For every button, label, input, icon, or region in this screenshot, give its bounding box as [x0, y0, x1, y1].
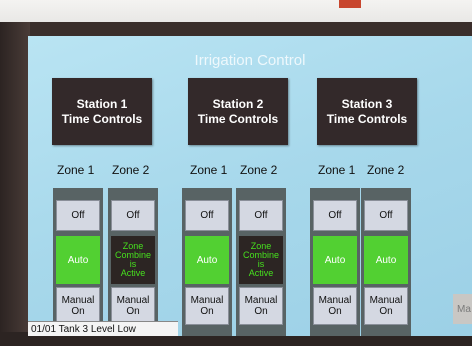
station-2-label: Station 2 Time Controls	[197, 96, 279, 126]
station-2-zone-1-label: Zone 1	[190, 163, 228, 177]
station-3-time-controls-button[interactable]: Station 3 Time Controls	[317, 78, 417, 145]
zone-manual-on-button[interactable]: Manual On	[313, 287, 357, 325]
zone-control-column: Off Zone Combine is Active Manual On	[108, 188, 158, 336]
zone-control-column: Off Auto Manual On	[361, 188, 411, 336]
station-1-label: Station 1 Time Controls	[61, 96, 143, 126]
station-3-zone-1-label: Zone 1	[318, 163, 356, 177]
station-2-time-controls-button[interactable]: Station 2 Time Controls	[188, 78, 288, 145]
zone-auto-button[interactable]: Auto	[185, 236, 229, 284]
zone-off-button[interactable]: Off	[313, 200, 357, 231]
zone-off-button[interactable]: Off	[239, 200, 283, 231]
zone-manual-on-button[interactable]: Manual On	[185, 287, 229, 325]
zone-combine-active-indicator: Zone Combine is Active	[239, 236, 283, 284]
alarm-status-bar: 01/01 Tank 3 Level Low	[28, 321, 178, 336]
manual-partial-button[interactable]: Ma	[453, 294, 472, 324]
zone-control-column: Off Auto Manual On	[182, 188, 232, 336]
zone-manual-on-button[interactable]: Manual On	[239, 287, 283, 325]
zone-manual-on-button[interactable]: Manual On	[111, 287, 155, 325]
page-title: Irrigation Control	[194, 52, 306, 69]
zone-off-button[interactable]: Off	[185, 200, 229, 231]
zone-manual-on-button[interactable]: Manual On	[56, 287, 100, 325]
station-1-zone-1-label: Zone 1	[57, 163, 95, 177]
zone-off-button[interactable]: Off	[111, 200, 155, 231]
station-1-zone-2-label: Zone 2	[112, 163, 150, 177]
zone-control-column: Off Zone Combine is Active Manual On	[236, 188, 286, 336]
zone-off-button[interactable]: Off	[56, 200, 100, 231]
device-red-marker	[339, 0, 361, 8]
zone-off-button[interactable]: Off	[364, 200, 408, 231]
zone-auto-button[interactable]: Auto	[56, 236, 100, 284]
device-bezel-left	[0, 22, 30, 346]
zone-auto-button[interactable]: Auto	[364, 236, 408, 284]
station-1-time-controls-button[interactable]: Station 1 Time Controls	[52, 78, 152, 145]
zone-control-column: Off Auto Manual On	[53, 188, 103, 336]
station-3-zone-2-label: Zone 2	[367, 163, 405, 177]
station-2-zone-2-label: Zone 2	[240, 163, 278, 177]
zone-auto-button[interactable]: Auto	[313, 236, 357, 284]
zone-control-column: Off Auto Manual On	[310, 188, 360, 336]
zone-combine-active-indicator: Zone Combine is Active	[111, 236, 155, 284]
hmi-screen: Irrigation Control Station 1 Time Contro…	[28, 36, 472, 336]
zone-manual-on-button[interactable]: Manual On	[364, 287, 408, 325]
device-bezel-top	[0, 0, 472, 22]
station-3-label: Station 3 Time Controls	[326, 96, 408, 126]
